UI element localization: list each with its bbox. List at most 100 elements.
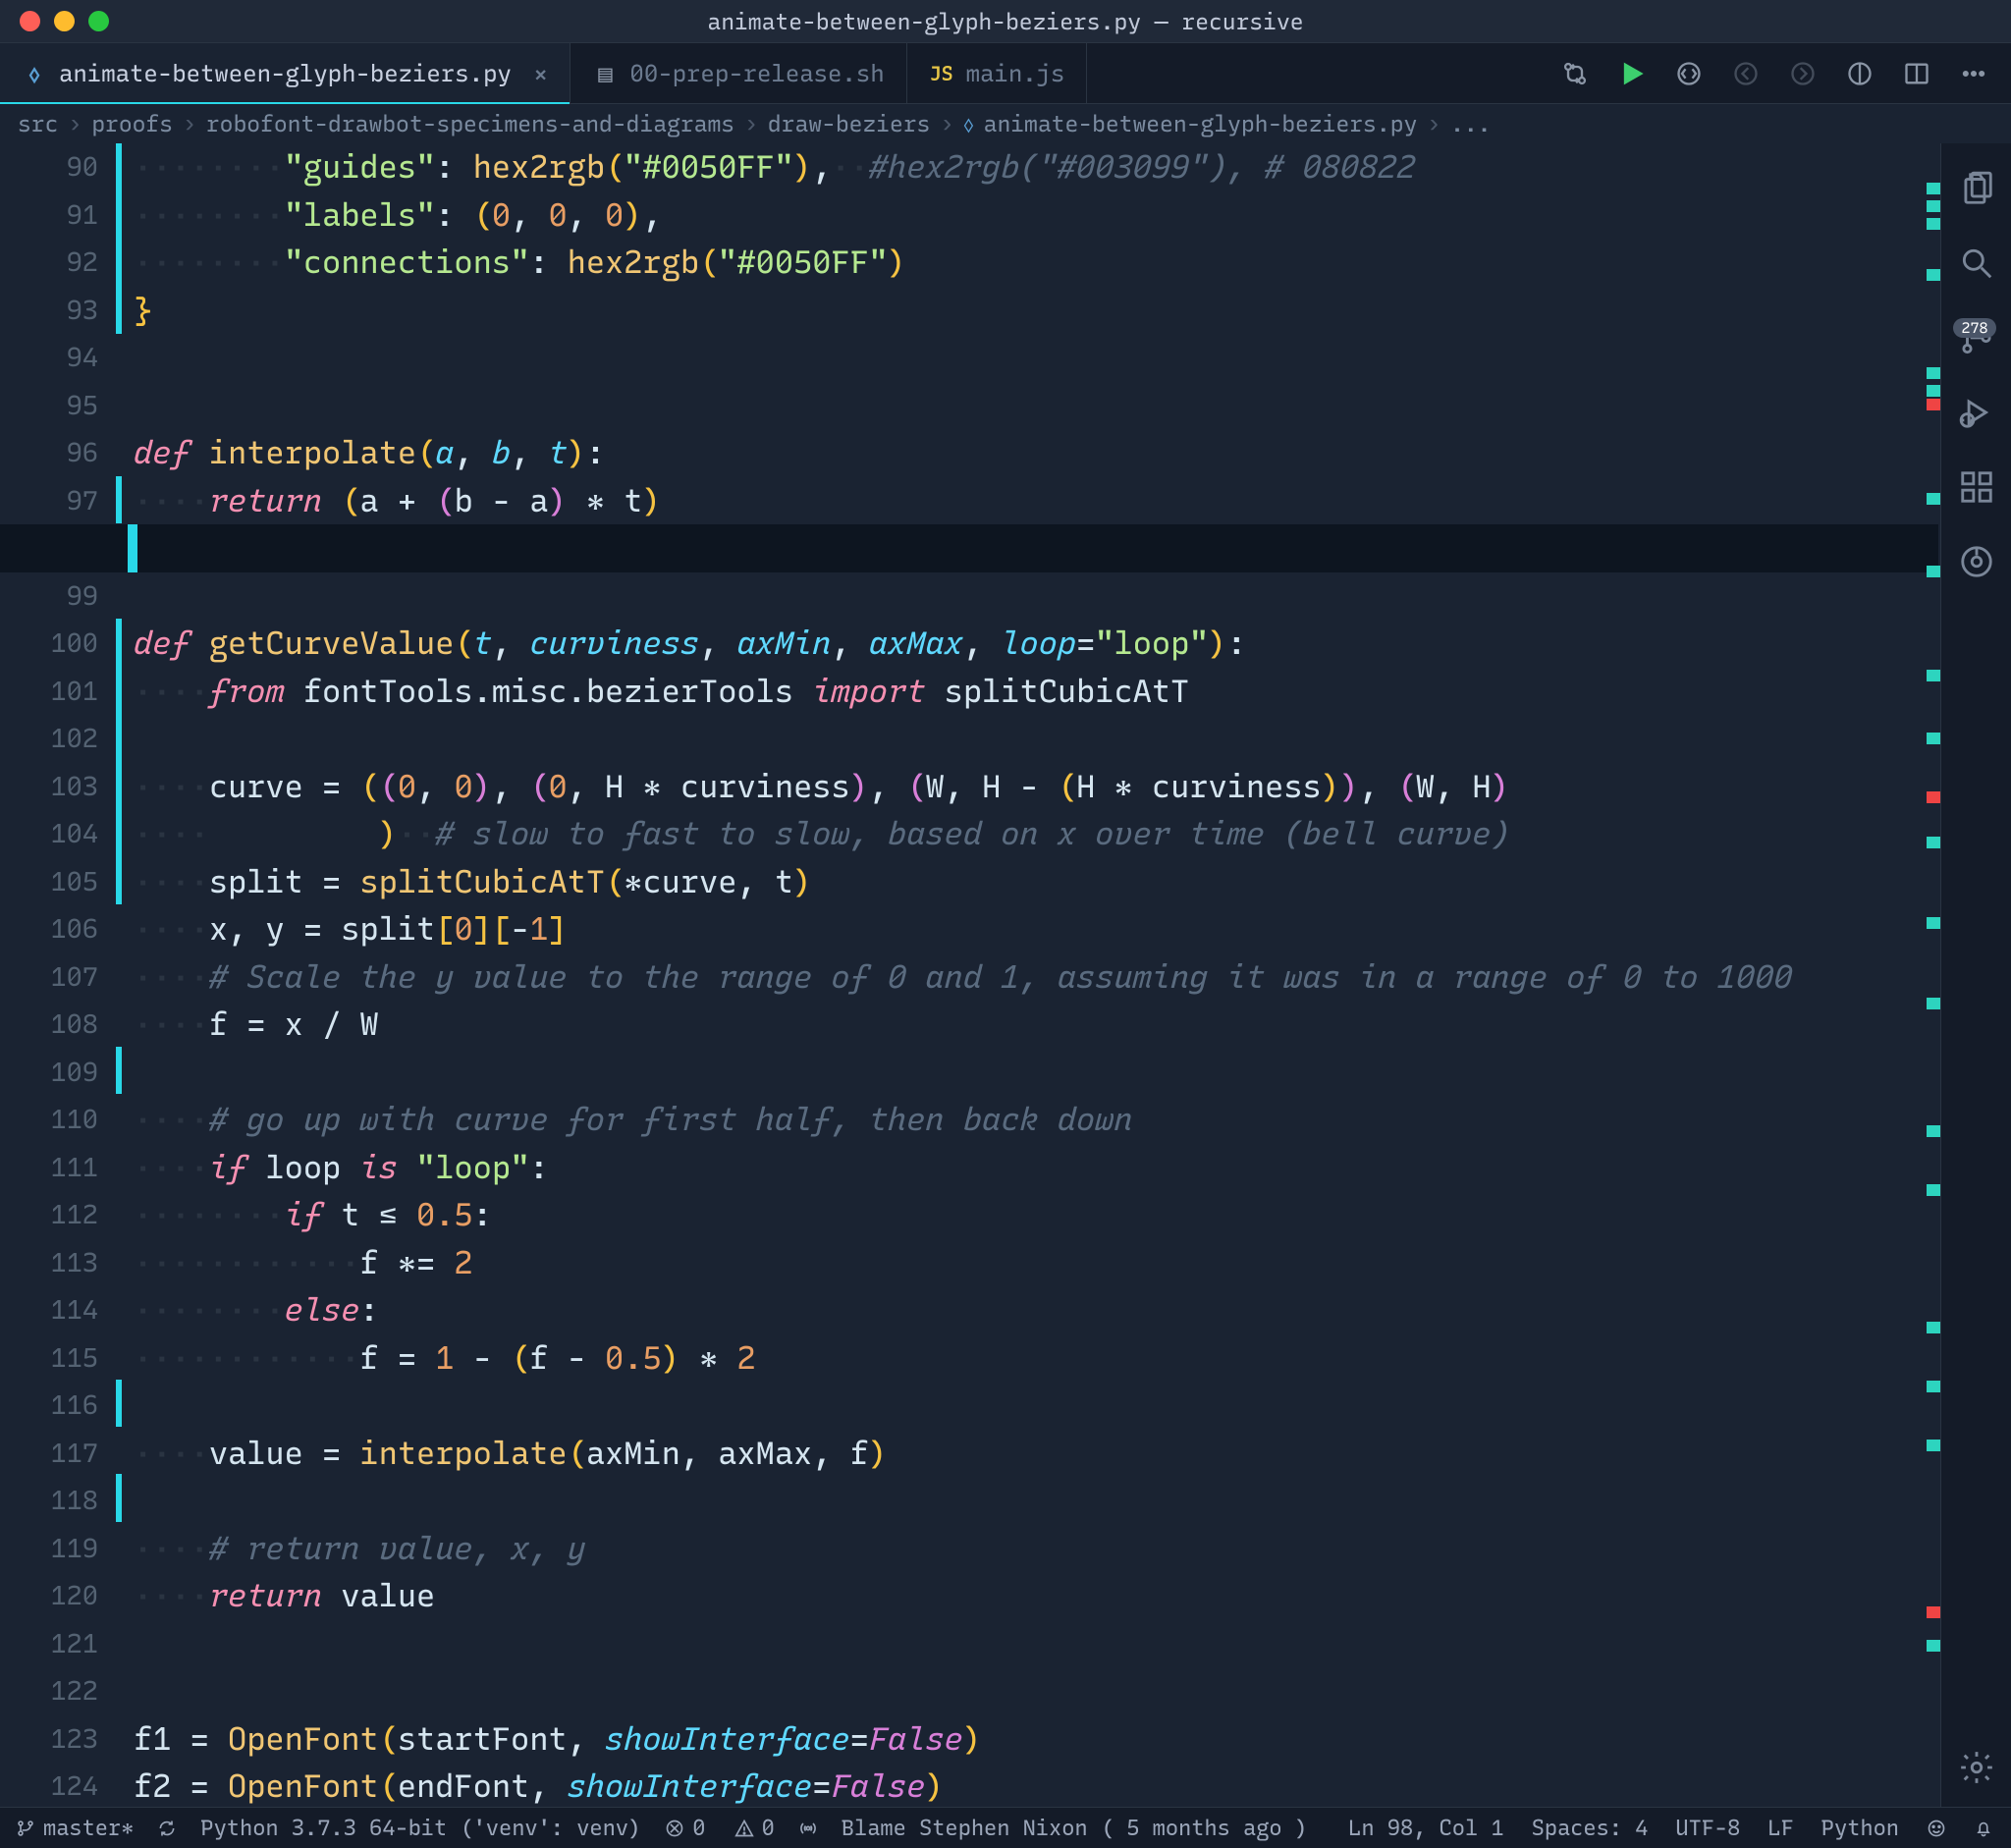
tab-00-prep-release-sh[interactable]: ▤00-prep-release.sh <box>571 43 906 103</box>
indentation[interactable]: Spaces: 4 <box>1532 1815 1649 1841</box>
run-icon[interactable] <box>1618 60 1646 87</box>
line-number[interactable]: 105 <box>0 858 116 906</box>
run-debug-icon[interactable] <box>1957 393 1996 432</box>
code-line[interactable]: ····x, y = split[0][-1] <box>134 905 1919 953</box>
line-number[interactable]: 114 <box>0 1286 116 1334</box>
tab-animate-between-glyph-beziers-py[interactable]: ⬨animate-between-glyph-beziers.py× <box>0 43 571 103</box>
line-number[interactable]: 97 <box>0 477 116 525</box>
code-line[interactable]: ········else: <box>134 1286 1919 1334</box>
overview-mark[interactable] <box>1927 183 1940 194</box>
code-line[interactable]: def getCurveValue(t, curviness, axMin, a… <box>134 620 1919 668</box>
breadcrumbs[interactable]: src› proofs› robofont-drawbot-specimens-… <box>0 104 2011 143</box>
overview-mark[interactable] <box>1927 733 1940 744</box>
code-line[interactable]: ···· )··# slow to fast to slow, based on… <box>134 810 1919 858</box>
breadcrumb-part[interactable]: src <box>18 110 58 137</box>
line-number[interactable]: 111 <box>0 1144 116 1192</box>
code-line[interactable] <box>134 1477 1919 1525</box>
code-line[interactable] <box>134 1667 1919 1715</box>
line-number[interactable]: 108 <box>0 1001 116 1049</box>
code-line[interactable]: ····split = splitCubicAtT(*curve, t) <box>134 858 1919 906</box>
overview-mark[interactable] <box>1927 385 1940 397</box>
code-line[interactable]: def interpolate(a, b, t): <box>134 429 1919 477</box>
notifications-icon[interactable] <box>1974 1819 1993 1838</box>
line-number[interactable]: 124 <box>0 1763 116 1811</box>
overview-mark[interactable] <box>1927 1640 1940 1652</box>
maximize-window-button[interactable] <box>88 11 109 31</box>
overview-mark[interactable] <box>1927 1125 1940 1137</box>
code-line[interactable]: ····# go up with curve for first half, t… <box>134 1096 1919 1144</box>
eol[interactable]: LF <box>1767 1815 1793 1841</box>
code-line[interactable]: ········"connections": hex2rgb("#0050FF"… <box>134 239 1919 287</box>
python-interpreter[interactable]: Python 3.7.3 64-bit ('venv': venv) <box>200 1815 641 1841</box>
overview-mark[interactable] <box>1927 837 1940 848</box>
line-number[interactable]: 103 <box>0 763 116 811</box>
line-number[interactable]: 113 <box>0 1239 116 1287</box>
overview-mark[interactable] <box>1927 1440 1940 1451</box>
sync-icon[interactable] <box>157 1819 177 1838</box>
encoding[interactable]: UTF-8 <box>1675 1815 1740 1841</box>
broadcast-icon[interactable] <box>798 1819 818 1838</box>
overview-mark[interactable] <box>1927 566 1940 577</box>
line-number[interactable]: 93 <box>0 287 116 335</box>
line-number[interactable]: 112 <box>0 1191 116 1239</box>
overview-mark[interactable] <box>1927 670 1940 681</box>
go-to-changes-icon[interactable] <box>1675 60 1703 87</box>
code-line[interactable]: ····from fontTools.misc.bezierTools impo… <box>134 668 1919 716</box>
breadcrumb-part[interactable]: robofont-drawbot-specimens-and-diagrams <box>206 110 734 137</box>
code-line[interactable] <box>134 1049 1919 1097</box>
next-change-icon[interactable] <box>1789 60 1817 87</box>
line-number[interactable]: 102 <box>0 715 116 763</box>
problems[interactable]: 0 0 <box>665 1815 775 1841</box>
overview-mark[interactable] <box>1927 1184 1940 1196</box>
line-number[interactable]: 120 <box>0 1572 116 1620</box>
line-number[interactable]: 100 <box>0 620 116 668</box>
search-icon[interactable] <box>1957 244 1996 283</box>
line-number[interactable]: 101 <box>0 668 116 716</box>
line-number[interactable]: 115 <box>0 1334 116 1383</box>
line-number[interactable]: 92 <box>0 239 116 287</box>
git-compare-icon[interactable] <box>1561 60 1589 87</box>
code-line[interactable]: ········"labels": (0, 0, 0), <box>134 191 1919 240</box>
code-line[interactable]: ····return (a + (b - a) * t) <box>134 477 1919 525</box>
code-line[interactable] <box>134 715 1919 763</box>
settings-gear-icon[interactable] <box>1957 1748 1996 1787</box>
overview-mark[interactable] <box>1927 1606 1940 1618</box>
overview-mark[interactable] <box>1927 1322 1940 1333</box>
line-number[interactable]: 90 <box>0 143 116 191</box>
minimize-window-button[interactable] <box>54 11 75 31</box>
line-number[interactable]: 95▸ <box>0 382 116 430</box>
code-line[interactable]: ············f = 1 - (f - 0.5) * 2 <box>134 1334 1919 1383</box>
code-area[interactable]: ········"guides": hex2rgb("#0050FF"),··#… <box>122 143 1919 1807</box>
code-line[interactable]: ····f = x / W <box>134 1001 1919 1049</box>
breadcrumb-part[interactable]: draw-beziers <box>768 110 931 137</box>
line-number[interactable]: 121 <box>0 1620 116 1668</box>
gitlens-icon[interactable] <box>1957 542 1996 581</box>
overview-mark[interactable] <box>1927 367 1940 379</box>
overview-mark[interactable] <box>1927 998 1940 1009</box>
overview-mark[interactable] <box>1927 1381 1940 1392</box>
overview-mark[interactable] <box>1927 399 1940 410</box>
overview-ruler[interactable] <box>1919 143 1940 1807</box>
breadcrumb-part[interactable]: animate-between-glyph-beziers.py <box>984 110 1418 137</box>
code-line[interactable] <box>134 1382 1919 1430</box>
code-line[interactable] <box>0 524 1938 572</box>
breadcrumb-part[interactable]: ... <box>1450 110 1491 137</box>
overview-mark[interactable] <box>1927 493 1940 505</box>
overview-mark[interactable] <box>1927 917 1940 929</box>
code-line[interactable] <box>134 382 1919 430</box>
code-line[interactable]: ········if t ≤ 0.5: <box>134 1191 1919 1239</box>
line-number[interactable]: 122 <box>0 1667 116 1715</box>
line-number[interactable]: 117 <box>0 1430 116 1478</box>
code-line[interactable]: ····if loop is "loop": <box>134 1144 1919 1192</box>
code-line[interactable]: ····curve = ((0, 0), (0, H * curviness),… <box>134 763 1919 811</box>
line-number[interactable]: 110 <box>0 1096 116 1144</box>
code-line[interactable]: ····# Scale the y value to the range of … <box>134 953 1919 1002</box>
breadcrumb-part[interactable]: proofs <box>91 110 173 137</box>
gutter[interactable]: 909192939495▸969798991001011021031041051… <box>0 143 116 1807</box>
editor[interactable]: 909192939495▸969798991001011021031041051… <box>0 143 1940 1807</box>
feedback-icon[interactable] <box>1927 1819 1946 1838</box>
line-number[interactable]: 109 <box>0 1049 116 1097</box>
overview-mark[interactable] <box>1927 218 1940 230</box>
split-editor-icon[interactable] <box>1903 60 1930 87</box>
language-mode[interactable]: Python <box>1821 1815 1899 1841</box>
